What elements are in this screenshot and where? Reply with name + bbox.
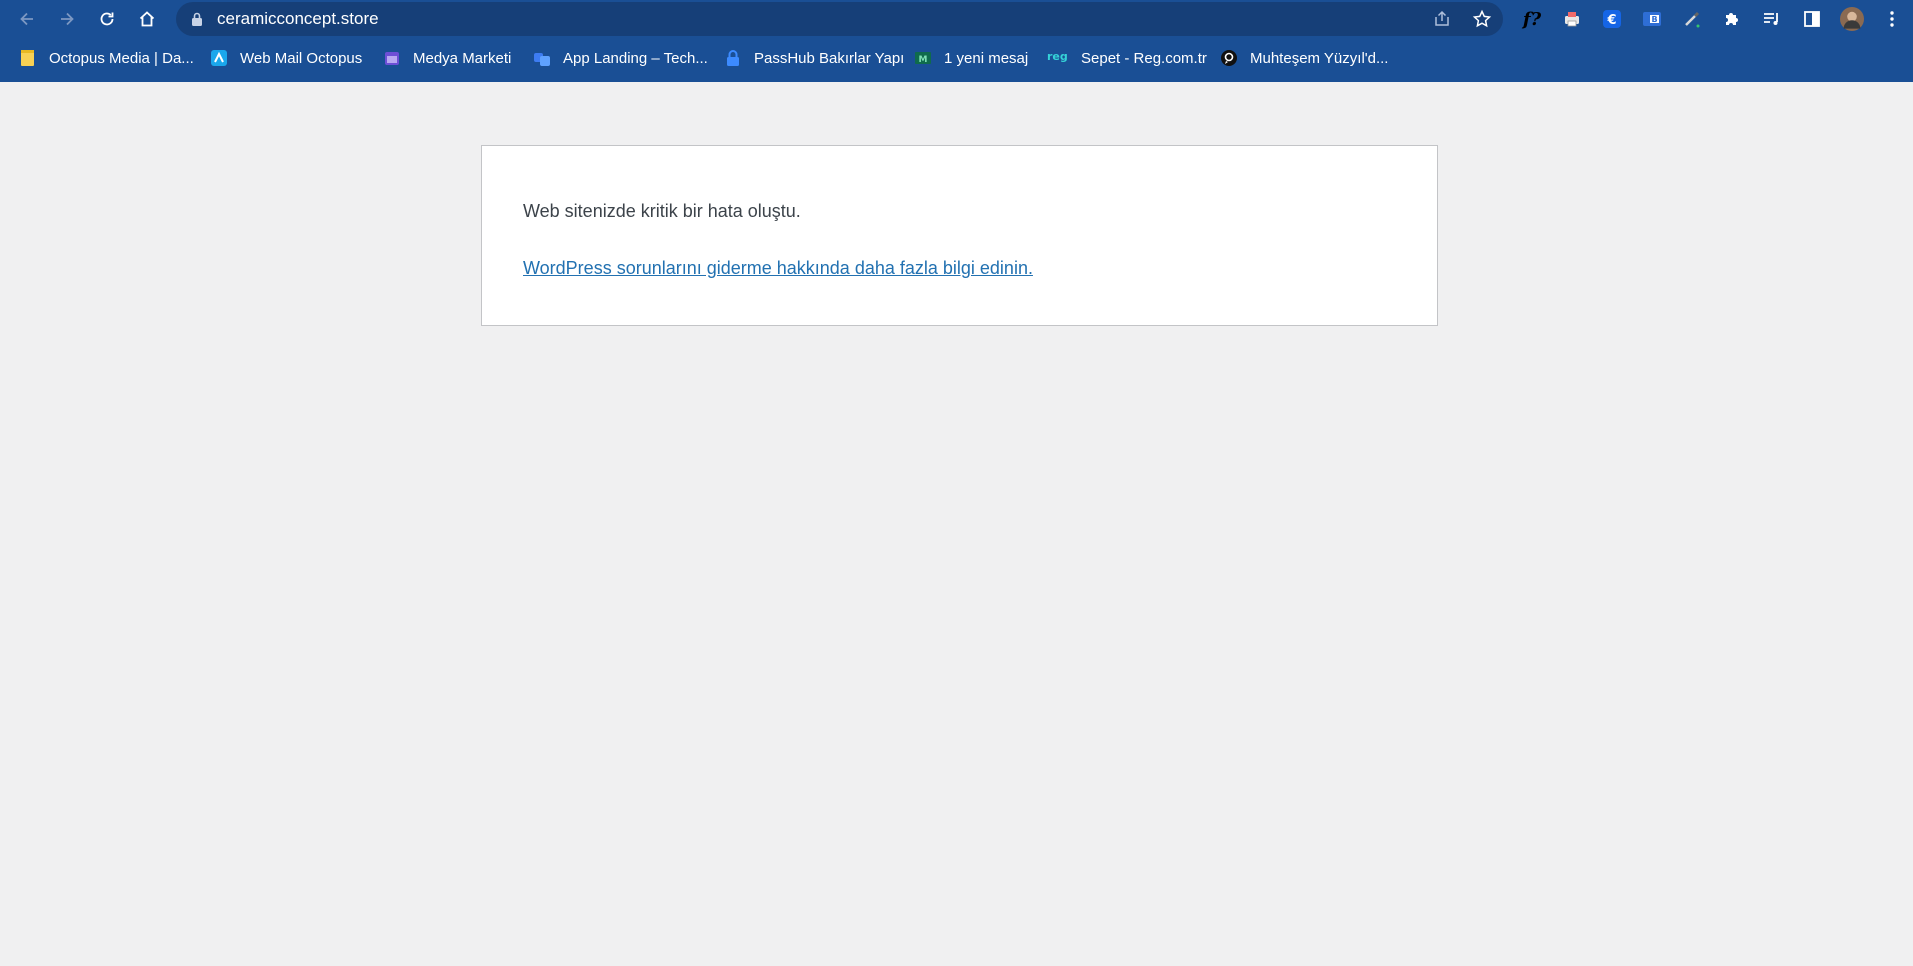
url-text[interactable]: ceramicconcept.store xyxy=(217,2,379,36)
home-button[interactable] xyxy=(132,4,162,34)
extension-printer-icon[interactable] xyxy=(1559,6,1585,32)
arrow-left-icon xyxy=(20,12,33,26)
error-message: Web sitenizde kritik bir hata oluştu. xyxy=(523,201,801,221)
browser-menu-icon[interactable] xyxy=(1879,6,1905,32)
bookmark-label: Web Mail Octopus xyxy=(240,49,363,67)
error-card: Web sitenizde kritik bir hata oluştu. Wo… xyxy=(481,145,1438,326)
share-icon[interactable] xyxy=(1432,9,1452,29)
bookmark-label: 1 yeni mesaj xyxy=(944,49,1029,67)
app-icon xyxy=(534,53,550,66)
browser-toolbar: ceramicconcept.store f? € B xyxy=(0,0,1913,38)
bookmark-octopus-media[interactable]: Octopus Media | Da... xyxy=(19,44,194,72)
bookmark-web-mail-octopus[interactable]: Web Mail Octopus xyxy=(210,44,362,72)
home-icon xyxy=(139,11,155,27)
bookmark-label: PassHub Bakırlar Yapı xyxy=(754,49,905,67)
address-bar[interactable]: ceramicconcept.store xyxy=(176,2,1503,36)
lock-icon xyxy=(727,50,739,66)
calendar-icon xyxy=(385,52,399,65)
extension-euro-icon[interactable]: € xyxy=(1599,6,1625,32)
reload-icon xyxy=(100,12,114,26)
bookmark-label: Octopus Media | Da... xyxy=(49,49,194,67)
message-icon: M xyxy=(915,52,931,65)
bookmark-label: Sepet - Reg.com.tr xyxy=(1081,49,1207,67)
chat-bubble-icon xyxy=(1221,50,1237,66)
bookmark-1-yeni-mesaj[interactable]: M 1 yeni mesaj xyxy=(914,44,1028,72)
bookmark-label: App Landing – Tech... xyxy=(563,49,708,67)
media-queue-icon[interactable] xyxy=(1759,6,1785,32)
bookmark-label: Muhteşem Yüzyıl'd... xyxy=(1250,49,1389,67)
svg-text:reg: reg xyxy=(1047,50,1068,63)
side-panel-icon[interactable] xyxy=(1799,6,1825,32)
svg-text:M: M xyxy=(919,55,928,65)
bookmark-sepet-reg[interactable]: reg Sepet - Reg.com.tr xyxy=(1047,44,1207,72)
browser-chrome: ceramicconcept.store f? € B Octopus Medi… xyxy=(0,0,1913,82)
bookmark-passhub[interactable]: PassHub Bakırlar Yapı xyxy=(724,44,904,72)
reload-button[interactable] xyxy=(92,4,122,34)
svg-text:B: B xyxy=(1651,15,1657,24)
extension-font-icon[interactable]: f? xyxy=(1519,6,1545,32)
reg-icon: reg xyxy=(1047,50,1068,63)
extension-translate-icon[interactable]: B xyxy=(1639,6,1665,32)
bookmark-medya-marketi[interactable]: Medya Marketi xyxy=(383,44,511,72)
bookmark-star-icon[interactable] xyxy=(1472,9,1492,29)
wordpress-help-link[interactable]: WordPress sorunlarını giderme hakkında d… xyxy=(523,258,1033,279)
bookmarks-bar: Octopus Media | Da... Web Mail Octopus M… xyxy=(0,44,1913,72)
extension-eyedropper-icon[interactable] xyxy=(1679,6,1705,32)
note-icon xyxy=(21,50,34,66)
lock-icon xyxy=(192,12,202,26)
extensions-puzzle-icon[interactable] xyxy=(1719,6,1745,32)
arrow-right-icon xyxy=(61,12,74,26)
forward-button[interactable] xyxy=(52,4,82,34)
bookmark-app-landing[interactable]: App Landing – Tech... xyxy=(533,44,708,72)
webmail-icon xyxy=(211,50,227,66)
bookmark-muhtesem-yuzyil[interactable]: Muhteşem Yüzyıl'd... xyxy=(1220,44,1388,72)
profile-avatar[interactable] xyxy=(1839,6,1865,32)
bookmark-label: Medya Marketi xyxy=(413,49,512,67)
back-button[interactable] xyxy=(12,4,42,34)
svg-text:€: € xyxy=(1606,13,1616,28)
